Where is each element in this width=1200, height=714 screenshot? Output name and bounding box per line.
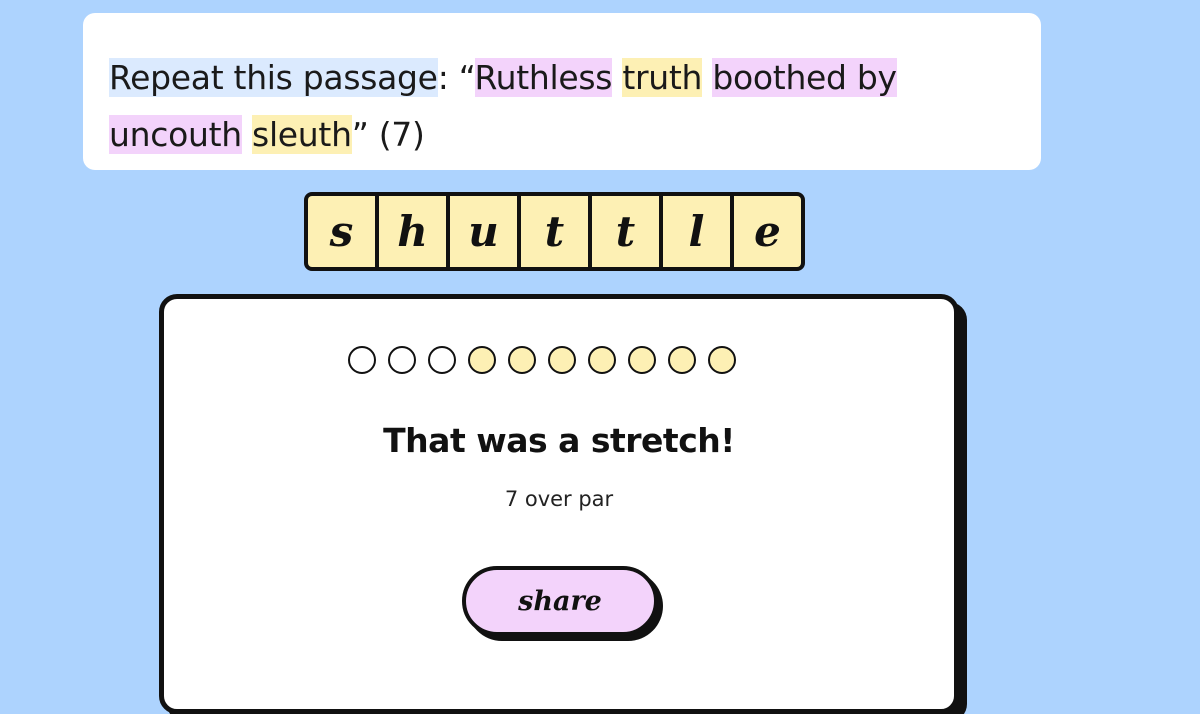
- answer-tile: l: [663, 196, 730, 267]
- attempt-dot-filled: [588, 346, 616, 374]
- attempt-dot-empty: [388, 346, 416, 374]
- clue-text: Repeat this passage: “Ruthless truth boo…: [109, 49, 1017, 163]
- answer-tile: s: [308, 196, 375, 267]
- clue-word: truth: [622, 58, 703, 97]
- share-button[interactable]: share: [462, 566, 658, 636]
- clue-enumeration: (7): [378, 115, 425, 154]
- clue-definition: Repeat this passage: [109, 58, 438, 97]
- attempt-dot-empty: [348, 346, 376, 374]
- answer-tile: u: [450, 196, 517, 267]
- attempt-dot-filled: [548, 346, 576, 374]
- attempt-dot-filled: [628, 346, 656, 374]
- clue-word: uncouth: [109, 115, 242, 154]
- attempt-dots: [348, 346, 736, 374]
- clue-open-quote: “: [448, 58, 475, 97]
- attempt-dot-filled: [708, 346, 736, 374]
- attempt-dot-filled: [668, 346, 696, 374]
- answer-tile: t: [521, 196, 588, 267]
- result-card: That was a stretch! 7 over par share: [159, 294, 959, 714]
- clue-word: boothed by: [712, 58, 897, 97]
- attempt-dot-filled: [508, 346, 536, 374]
- clue-separator: :: [437, 58, 449, 97]
- answer-tiles: s h u t t l e: [304, 192, 805, 271]
- result-subtitle: 7 over par: [504, 487, 614, 511]
- result-title: That was a stretch!: [383, 421, 735, 460]
- answer-tile: h: [379, 196, 446, 267]
- attempt-dot-filled: [468, 346, 496, 374]
- answer-tile: t: [592, 196, 659, 267]
- answer-tile: e: [734, 196, 801, 267]
- attempt-dot-empty: [428, 346, 456, 374]
- clue-card: Repeat this passage: “Ruthless truth boo…: [83, 13, 1041, 170]
- clue-word: Ruthless: [474, 58, 613, 97]
- clue-close-quote: ”: [351, 115, 369, 154]
- clue-word: sleuth: [252, 115, 352, 154]
